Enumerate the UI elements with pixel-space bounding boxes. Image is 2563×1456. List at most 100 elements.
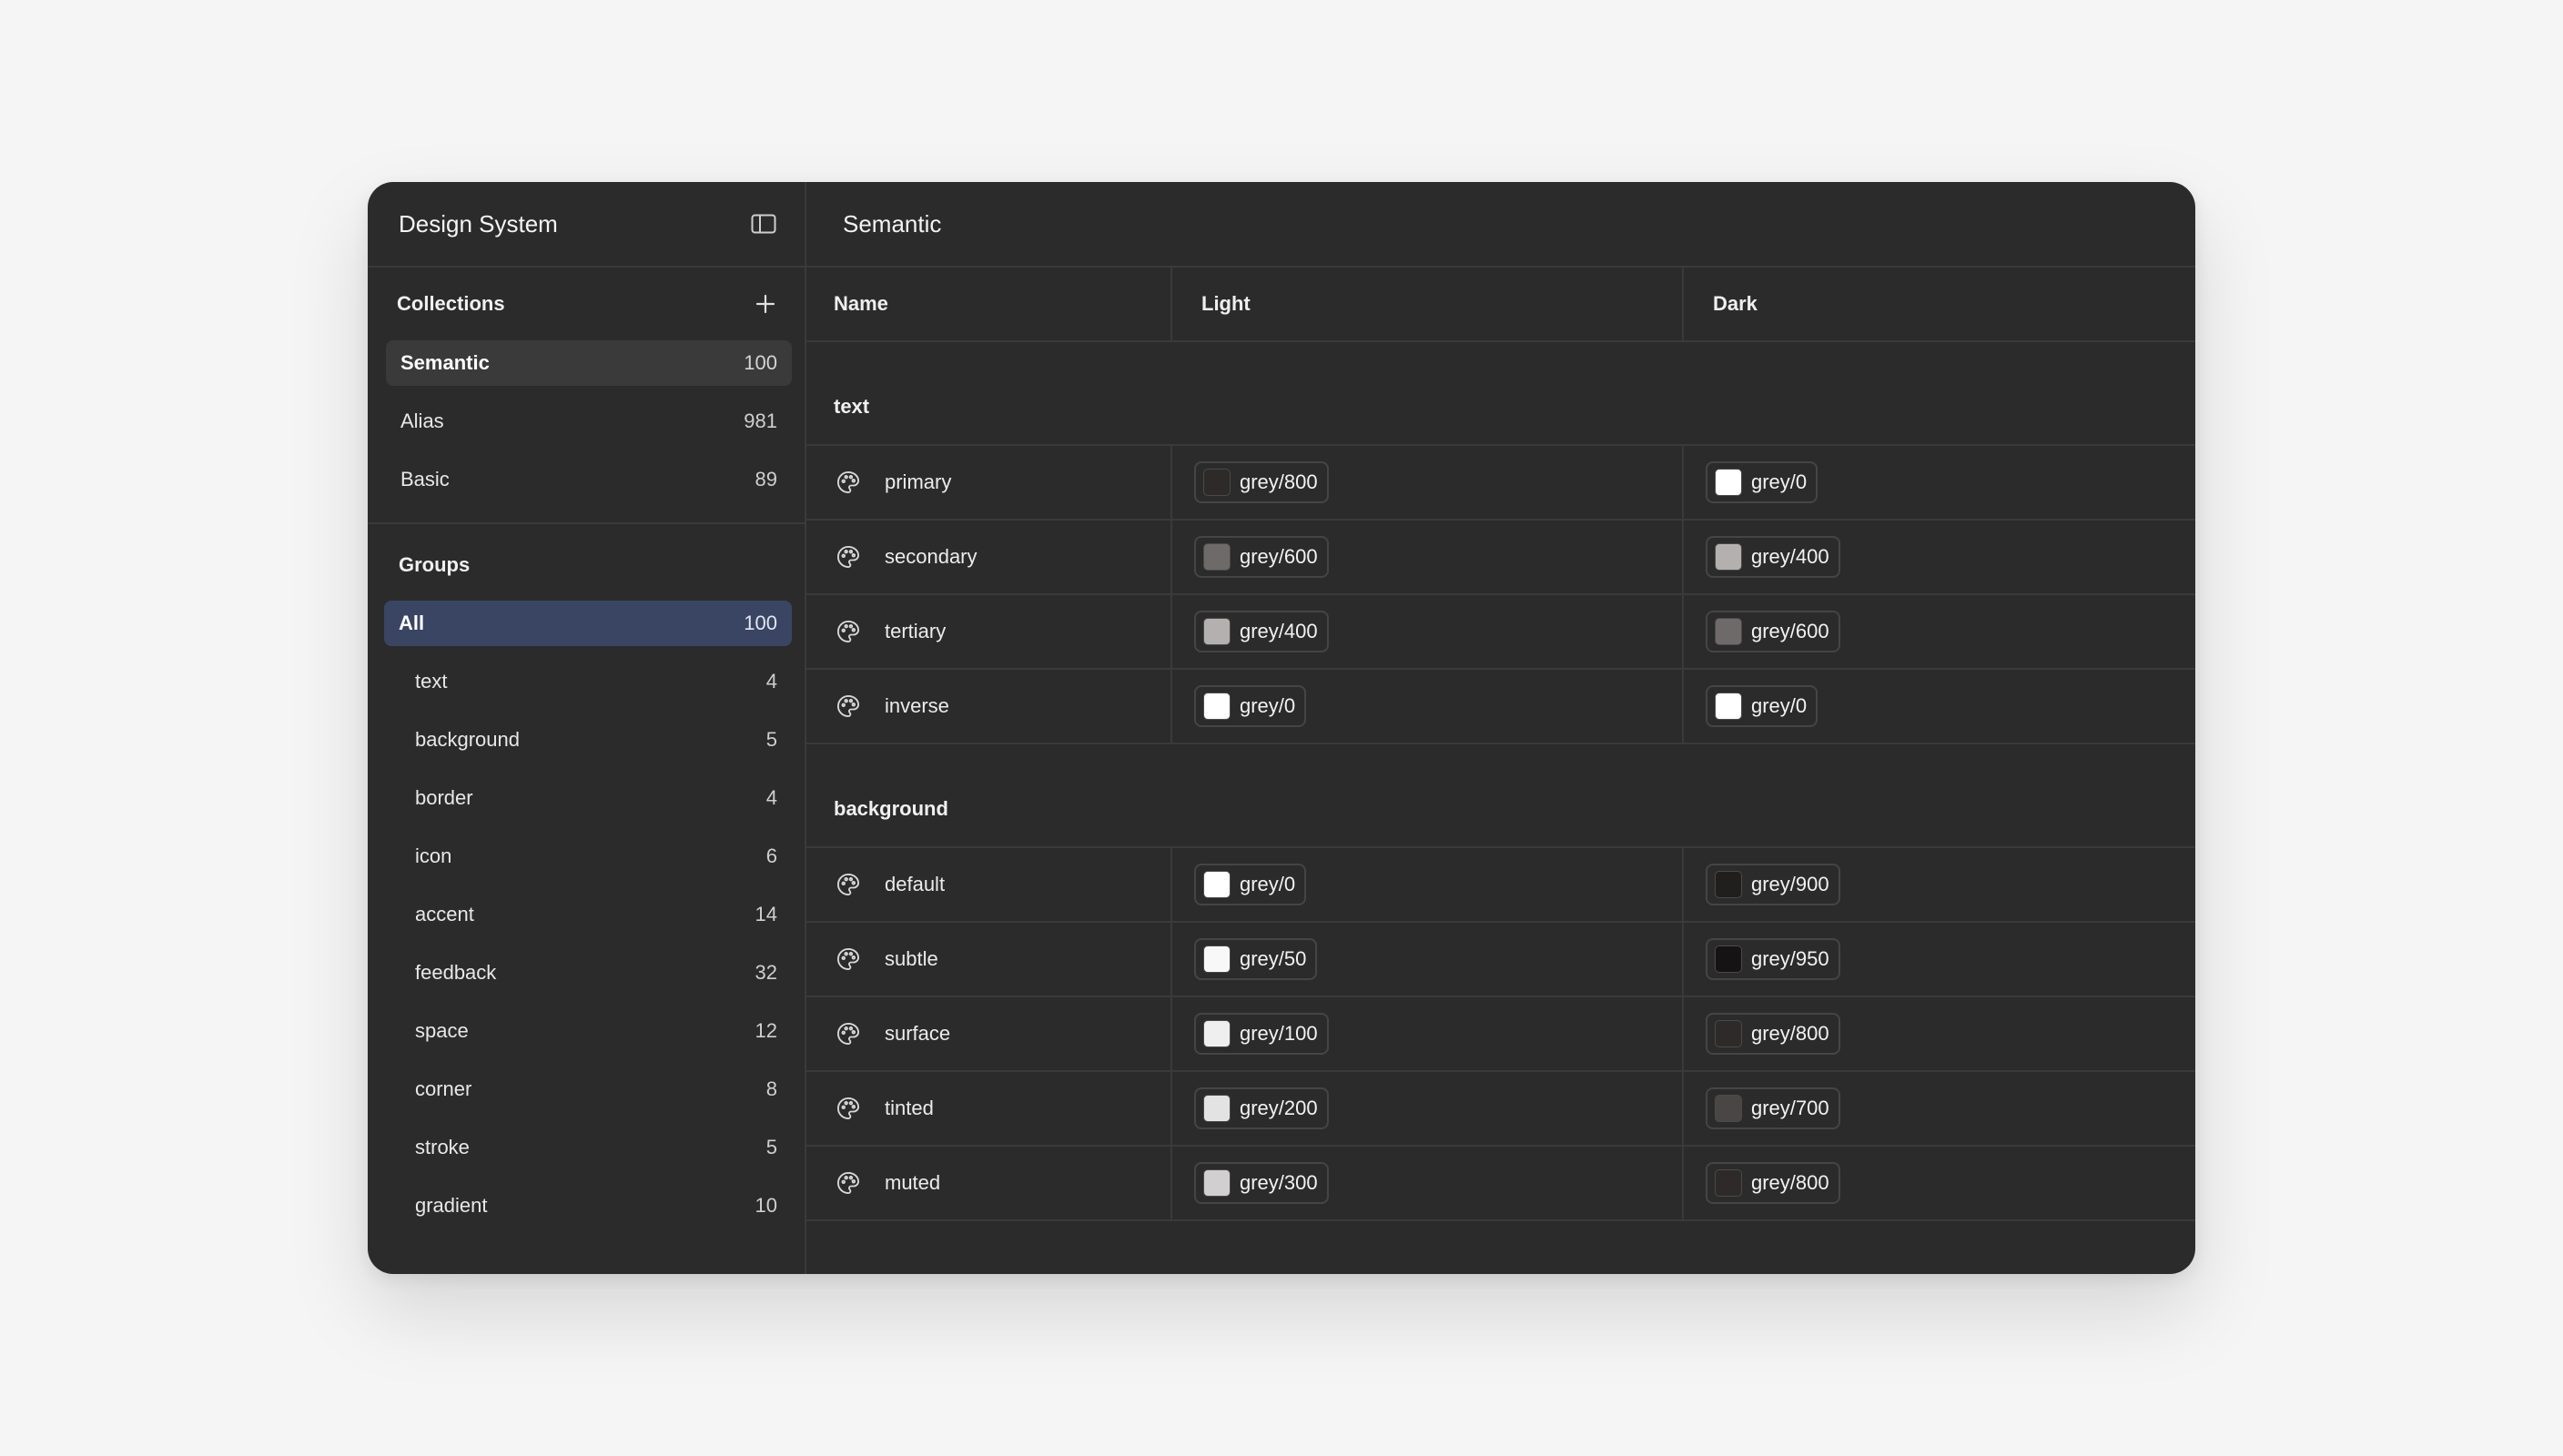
dark-value-cell: grey/400 (1684, 521, 2195, 593)
dark-value-chip[interactable]: grey/900 (1706, 864, 1840, 905)
alias-label: grey/50 (1240, 947, 1307, 970)
alias-label: grey/400 (1751, 545, 1829, 568)
groups-list: All 100 text 4 background 5 border 4 ico… (368, 601, 805, 1228)
color-swatch (1715, 1020, 1742, 1047)
color-swatch (1715, 945, 1742, 973)
collection-item-basic[interactable]: Basic 89 (386, 457, 792, 502)
light-value-chip[interactable]: grey/50 (1194, 938, 1318, 980)
table-row[interactable]: default grey/0 grey/900 (806, 848, 2195, 923)
token-name: surface (885, 1022, 951, 1045)
group-item-corner[interactable]: corner 8 (384, 1067, 792, 1112)
dark-value-cell: grey/800 (1684, 1147, 2195, 1219)
column-header-dark[interactable]: Dark (1684, 268, 2195, 340)
collection-title: Semantic (843, 209, 942, 238)
token-name: primary (885, 470, 952, 493)
color-swatch (1715, 469, 1742, 496)
color-swatch (1715, 693, 1742, 720)
group-item-all[interactable]: All 100 (384, 601, 792, 646)
group-item-background[interactable]: background 5 (384, 717, 792, 763)
table-row[interactable]: inverse grey/0 grey/0 (806, 670, 2195, 744)
color-swatch (1715, 543, 1742, 571)
palette-icon (834, 542, 863, 571)
group-item-text[interactable]: text 4 (384, 659, 792, 704)
light-value-chip[interactable]: grey/800 (1194, 461, 1329, 503)
dark-value-chip[interactable]: grey/400 (1706, 536, 1840, 578)
color-swatch (1203, 945, 1231, 973)
dark-value-chip[interactable]: grey/700 (1706, 1087, 1840, 1129)
panel-left-icon[interactable] (750, 213, 777, 235)
alias-label: grey/100 (1240, 1022, 1318, 1045)
table-row[interactable]: tertiary grey/400 grey/600 (806, 595, 2195, 670)
sidebar: Design System Collections Semantic 100 A… (368, 182, 806, 1274)
design-system-window: Design System Collections Semantic 100 A… (368, 182, 2195, 1274)
token-name: default (885, 873, 946, 895)
collections-header: Collections (368, 268, 805, 340)
dark-value-chip[interactable]: grey/950 (1706, 938, 1840, 980)
group-label: border (415, 786, 473, 809)
collection-label: Basic (400, 468, 450, 490)
main-panel: Semantic Name Light Dark text primary grey… (806, 182, 2195, 1274)
token-name: secondary (885, 545, 978, 568)
group-item-stroke[interactable]: stroke 5 (384, 1125, 792, 1170)
palette-icon (834, 1094, 863, 1123)
dark-value-chip[interactable]: grey/600 (1706, 611, 1840, 652)
light-value-chip[interactable]: grey/400 (1194, 611, 1329, 652)
palette-icon (834, 1168, 863, 1198)
table-row[interactable]: subtle grey/50 grey/950 (806, 923, 2195, 997)
light-value-chip[interactable]: grey/300 (1194, 1162, 1329, 1204)
table-row[interactable]: surface grey/100 grey/800 (806, 997, 2195, 1072)
group-label: corner (415, 1077, 472, 1100)
sidebar-header: Design System (368, 182, 805, 268)
group-count: 4 (765, 786, 777, 809)
group-label: feedback (415, 961, 497, 984)
collections-title: Collections (397, 292, 505, 315)
collection-item-semantic[interactable]: Semantic 100 (386, 340, 792, 386)
light-value-chip[interactable]: grey/600 (1194, 536, 1329, 578)
color-swatch (1203, 693, 1231, 720)
dark-value-chip[interactable]: grey/0 (1706, 685, 1818, 727)
table-row[interactable]: tinted grey/200 grey/700 (806, 1072, 2195, 1147)
color-swatch (1203, 1095, 1231, 1122)
color-swatch (1715, 871, 1742, 898)
token-name: muted (885, 1171, 941, 1194)
alias-label: grey/950 (1751, 947, 1829, 970)
column-header-name[interactable]: Name (806, 268, 1172, 340)
token-name-cell: inverse (806, 670, 1172, 743)
group-item-icon[interactable]: icon 6 (384, 834, 792, 879)
light-value-cell: grey/100 (1172, 997, 1684, 1070)
table-row[interactable]: secondary grey/600 grey/400 (806, 521, 2195, 595)
dark-value-chip[interactable]: grey/800 (1706, 1162, 1840, 1204)
collection-item-alias[interactable]: Alias 981 (386, 399, 792, 444)
collection-count: 89 (755, 468, 777, 490)
light-value-chip[interactable]: grey/200 (1194, 1087, 1329, 1129)
token-name-cell: secondary (806, 521, 1172, 593)
palette-icon (834, 692, 863, 721)
alias-label: grey/200 (1240, 1097, 1318, 1119)
group-item-feedback[interactable]: feedback 32 (384, 950, 792, 996)
table-row[interactable]: muted grey/300 grey/800 (806, 1147, 2195, 1221)
palette-icon (834, 617, 863, 646)
dark-value-chip[interactable]: grey/800 (1706, 1013, 1840, 1055)
add-collection-plus-icon[interactable] (754, 292, 777, 316)
color-swatch (1203, 871, 1231, 898)
group-item-space[interactable]: space 12 (384, 1008, 792, 1054)
light-value-cell: grey/50 (1172, 923, 1684, 996)
group-item-gradient[interactable]: gradient 10 (384, 1183, 792, 1228)
alias-label: grey/800 (1751, 1022, 1829, 1045)
collection-count: 100 (744, 351, 777, 374)
group-item-border[interactable]: border 4 (384, 775, 792, 821)
light-value-cell: grey/600 (1172, 521, 1684, 593)
column-header-light[interactable]: Light (1172, 268, 1684, 340)
light-value-chip[interactable]: grey/0 (1194, 864, 1307, 905)
light-value-chip[interactable]: grey/0 (1194, 685, 1307, 727)
dark-value-cell: grey/800 (1684, 997, 2195, 1070)
light-value-cell: grey/300 (1172, 1147, 1684, 1219)
token-name-cell: tinted (806, 1072, 1172, 1145)
color-swatch (1203, 1169, 1231, 1197)
light-value-chip[interactable]: grey/100 (1194, 1013, 1329, 1055)
dark-value-chip[interactable]: grey/0 (1706, 461, 1818, 503)
group-item-accent[interactable]: accent 14 (384, 892, 792, 937)
table-row[interactable]: primary grey/800 grey/0 (806, 446, 2195, 521)
dark-value-cell: grey/900 (1684, 848, 2195, 921)
dark-value-cell: grey/700 (1684, 1072, 2195, 1145)
